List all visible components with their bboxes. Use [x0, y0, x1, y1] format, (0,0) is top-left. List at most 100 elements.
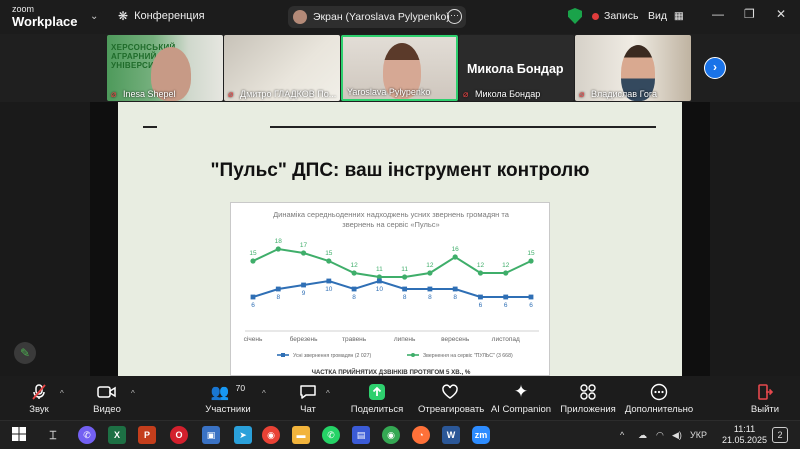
data-point [528, 258, 534, 264]
task-view-icon[interactable]: ⌶ [44, 426, 62, 444]
participants-options-caret-icon[interactable]: ^ [262, 389, 266, 398]
chat-button[interactable]: Чат [294, 382, 322, 415]
participant-big-name: Микола Бондар [467, 62, 564, 76]
apps-label: Приложения [560, 404, 616, 415]
data-label: 18 [275, 238, 283, 245]
data-label: 8 [428, 294, 432, 301]
viber-icon[interactable]: ✆ [78, 426, 96, 444]
video-camera-icon [97, 386, 116, 398]
view-button[interactable]: Вид ▦ [648, 10, 684, 22]
word-icon[interactable]: W [442, 426, 460, 444]
volume-icon[interactable]: ◀) [672, 430, 682, 441]
participants-label: Участники [205, 404, 251, 415]
data-point [427, 270, 433, 276]
security-shield-icon[interactable] [568, 8, 582, 24]
meeting-info-button[interactable]: ❋ Конференция [118, 9, 205, 23]
mic-muted-icon: ⌀ [228, 89, 234, 99]
data-point [250, 294, 256, 300]
participant-tile[interactable]: ⌀ Дмитро ГЛАДКОВ По... [224, 35, 340, 101]
notification-badge[interactable]: 2 [772, 427, 788, 443]
data-point [477, 270, 484, 276]
close-icon[interactable]: ✕ [776, 7, 786, 21]
data-point [452, 254, 458, 260]
data-label: 15 [249, 250, 257, 257]
more-dots-icon [650, 383, 668, 401]
zoom-window: zoom Workplace ⌄ ❋ Конференция Экран (Ya… [0, 0, 800, 449]
chrome-icon[interactable]: ◉ [262, 426, 280, 444]
chrome-alt-icon[interactable]: ◉ [382, 426, 400, 444]
excel-icon[interactable]: X [108, 426, 126, 444]
telegram-icon[interactable]: ➤ [234, 426, 252, 444]
react-button[interactable]: Отреагировать [418, 382, 484, 415]
leave-button[interactable]: Выйти [748, 382, 782, 415]
language-indicator[interactable]: УКР [690, 430, 707, 440]
audio-button[interactable]: Звук [22, 382, 56, 415]
zoom-taskbar-icon[interactable]: zm [472, 426, 490, 444]
chevron-down-icon[interactable]: ⌄ [90, 11, 98, 22]
participant-tile[interactable]: Микола Бондар ⌀ Микола Бондар [459, 35, 574, 101]
chat-label: Чат [300, 404, 316, 415]
participants-count: 70 [235, 383, 246, 393]
data-label: 12 [477, 262, 485, 269]
x-tick-label: листопад [492, 336, 520, 343]
series-line [252, 279, 531, 298]
apps-button[interactable]: Приложения [558, 382, 618, 415]
participants-button[interactable]: 👥 70 Участники [204, 382, 252, 415]
data-label: 16 [452, 246, 460, 253]
next-page-button[interactable]: › [704, 57, 726, 79]
share-label: Поделиться [350, 404, 404, 415]
firefox-icon[interactable]: ◔ [412, 426, 430, 444]
mic-muted-icon: ⌀ [463, 89, 469, 99]
data-label: 17 [300, 242, 308, 249]
heart-icon [442, 384, 458, 399]
whatsapp-icon[interactable]: ✆ [322, 426, 340, 444]
tray-chevron-up-icon[interactable]: ^ [620, 430, 624, 440]
system-clock[interactable]: 11:11 21.05.2025 [722, 424, 767, 446]
windows-start-icon[interactable] [10, 426, 28, 444]
x-tick-label: січень [244, 335, 263, 343]
data-label: 6 [251, 302, 255, 309]
cloud-icon[interactable]: ☁ [638, 430, 647, 441]
screen-share-indicator[interactable]: Экран (Yaroslava Pylypenko) ··· [288, 6, 466, 28]
participant-strip: ХЕРСОНСЬКИЙ АГРАРНИЙ УНІВЕРСИТЕТ ⌀ Inesa… [0, 34, 800, 102]
participant-tile-active-speaker[interactable]: Yaroslava Pylypenko [341, 35, 458, 101]
ai-companion-button[interactable]: ✦ AI Companion [490, 382, 552, 415]
avatar [293, 10, 307, 24]
share-arrow-icon [369, 384, 385, 400]
participant-name: Yaroslava Pylypenko [347, 87, 431, 97]
data-label: 8 [403, 294, 407, 301]
system-tool-icon[interactable]: ▣ [202, 426, 220, 444]
video-options-caret-icon[interactable]: ^ [131, 389, 135, 398]
wifi-icon[interactable]: ◠ [656, 430, 664, 441]
video-button[interactable]: Видео [90, 382, 124, 415]
restore-icon[interactable]: ❐ [744, 7, 755, 21]
file-explorer-icon[interactable]: ▬ [292, 426, 310, 444]
participant-tile[interactable]: ⌀ Владислав Гога [575, 35, 691, 101]
data-label: 15 [325, 250, 333, 257]
more-options-icon[interactable]: ··· [447, 9, 462, 24]
powerpoint-icon[interactable]: P [138, 426, 156, 444]
data-label: 11 [376, 266, 383, 273]
participant-name-tag: ⌀ Микола Бондар [463, 89, 540, 99]
chat-options-caret-icon[interactable]: ^ [326, 389, 330, 398]
data-point [452, 286, 458, 292]
share-screen-button[interactable]: Поделиться [350, 382, 404, 415]
participant-tile[interactable]: ХЕРСОНСЬКИЙ АГРАРНИЙ УНІВЕРСИТЕТ ⌀ Inesa… [107, 35, 223, 101]
x-tick-label: березень [290, 335, 318, 343]
record-indicator[interactable]: Запись [592, 10, 638, 22]
save-disk-icon[interactable]: ▤ [352, 426, 370, 444]
participant-name: Микола Бондар [475, 89, 541, 99]
audio-options-caret-icon[interactable]: ^ [60, 389, 64, 398]
more-button[interactable]: Дополнительно [624, 382, 694, 415]
opera-icon[interactable]: O [170, 426, 188, 444]
apps-icon [580, 384, 596, 400]
data-label: 12 [502, 262, 510, 269]
slide-rule-short [143, 126, 157, 128]
data-label: 9 [302, 290, 306, 297]
annotate-pencil-button[interactable]: ✎ [14, 342, 36, 364]
ai-companion-label: AI Companion [490, 404, 552, 415]
minimize-icon[interactable]: — [712, 7, 724, 21]
participant-name-tag: ⌀ Владислав Гога [579, 89, 657, 99]
data-label: 10 [376, 286, 384, 293]
legend-marker [281, 353, 285, 357]
